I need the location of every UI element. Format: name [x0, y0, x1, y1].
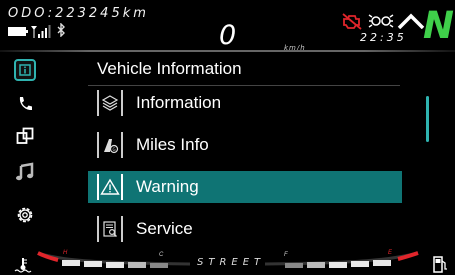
- riding-mode: STREET: [197, 257, 266, 268]
- svg-text:G: G: [113, 147, 116, 152]
- temp-gauge-segment: [150, 263, 168, 268]
- speed-readout: 0: [219, 20, 237, 51]
- sidebar-item-settings[interactable]: [13, 203, 37, 227]
- temp-gauge-segment: [106, 262, 124, 268]
- layers-icon: [97, 90, 123, 116]
- header-divider: [0, 50, 455, 52]
- fuel-gauge-segment: [373, 260, 391, 266]
- fuel-gauge-segment: [285, 263, 303, 268]
- fuel-gauge-segment: [307, 262, 325, 268]
- menu-item-information[interactable]: Information: [88, 87, 402, 119]
- warning-triangle-icon: [97, 174, 123, 200]
- fuel-pump-icon: [433, 256, 447, 273]
- fuel-gauge-segment: [329, 262, 347, 268]
- engine-warning-icon: [342, 13, 362, 30]
- page-title: Vehicle Information: [97, 59, 242, 78]
- road-icon: G: [97, 132, 123, 158]
- phone-icon: [19, 97, 32, 111]
- connect-icon: [16, 127, 34, 144]
- sidebar-item-connect[interactable]: [13, 124, 37, 148]
- service-document-icon: [97, 216, 123, 242]
- battery-icon: [8, 27, 28, 36]
- position-lights-icon: [368, 14, 394, 28]
- menu-item-label: Information: [136, 93, 222, 112]
- sidebar-item-music[interactable]: [13, 160, 37, 184]
- gear-indicator: N: [423, 4, 454, 47]
- music-icon: [16, 162, 34, 181]
- settings-icon: [17, 207, 33, 223]
- menu-item-warning[interactable]: Warning: [88, 171, 402, 203]
- temp-cold-label: C: [159, 252, 164, 258]
- bottom-gauges: H C F E STREET: [0, 240, 455, 275]
- menu-item-label: Warning: [136, 177, 199, 196]
- fuel-empty-label: E: [388, 250, 393, 256]
- fuel-gauge-segment: [351, 261, 369, 267]
- coolant-temperature-icon: [14, 258, 32, 273]
- temp-hot-label: H: [63, 250, 68, 256]
- menu-scrollbar[interactable]: [426, 96, 429, 142]
- sidebar: [0, 52, 50, 252]
- gear-shift-up-icon: [397, 13, 425, 29]
- signal-strength-icon: [31, 25, 51, 38]
- sidebar-item-phone[interactable]: [13, 92, 37, 116]
- temp-gauge-segment: [62, 260, 80, 266]
- menu-item-label: Miles Info: [136, 135, 209, 154]
- bluetooth-icon: [57, 23, 65, 37]
- title-divider: [88, 85, 400, 86]
- temp-gauge-segment: [84, 261, 102, 267]
- info-icon: [19, 64, 31, 76]
- temp-gauge-segment: [128, 262, 146, 268]
- clock: 22:35: [360, 31, 407, 44]
- menu-item-label: Service: [136, 219, 193, 238]
- odometer-readout: ODO:223245km: [8, 6, 149, 21]
- sidebar-item-info[interactable]: [14, 59, 36, 81]
- dashboard-screen: ODO:223245km 0 km/h N 22:35 Vehicle Info…: [0, 0, 455, 275]
- fuel-full-label: F: [284, 252, 288, 258]
- menu-item-miles-info[interactable]: G Miles Info: [88, 129, 402, 161]
